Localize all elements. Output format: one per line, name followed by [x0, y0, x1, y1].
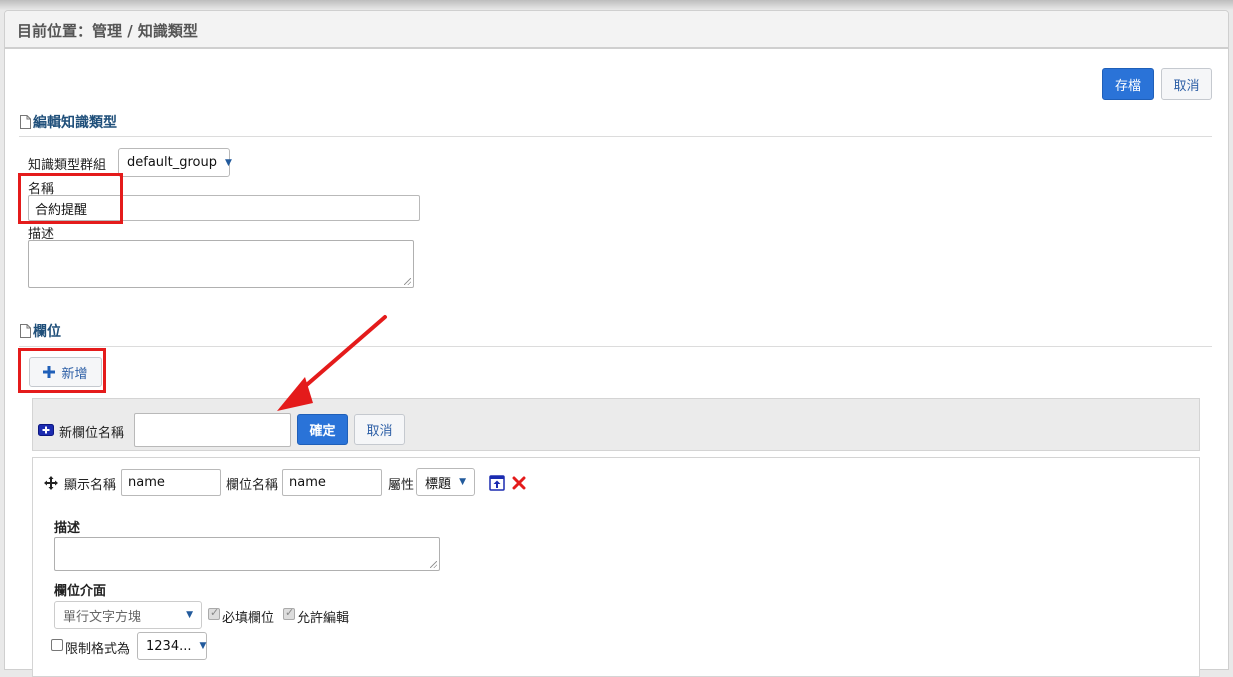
attribute-select[interactable]: 標題 ▼ [416, 468, 475, 496]
fields-section-title: 欄位 [19, 321, 61, 341]
edit-section-title-text: 編輯知識類型 [33, 115, 117, 131]
field-description-label: 描述 [54, 521, 81, 536]
format-checkbox[interactable] [51, 639, 63, 651]
editable-label: 允許編輯 [297, 611, 350, 626]
breadcrumb-bar: 目前位置：管理 / 知識類型 [5, 11, 1228, 49]
highlight-box-add [18, 348, 106, 393]
cancel-button[interactable]: 取消 [1161, 68, 1212, 100]
breadcrumb: 目前位置：管理 / 知識類型 [17, 22, 198, 40]
group-select-value: default_group [127, 155, 217, 170]
format-select[interactable]: 1234... ▼ [137, 632, 207, 660]
field-ui-label: 欄位介面 [54, 584, 107, 599]
resize-handle-icon[interactable] [404, 278, 411, 285]
main-panel: 目前位置：管理 / 知識類型 存檔 取消 編輯知識類型 知識類型群組 defau… [4, 10, 1229, 677]
field-description-textarea[interactable] [54, 537, 440, 571]
red-arrow-annotation [277, 315, 387, 411]
caret-down-icon: ▼ [225, 157, 232, 168]
edit-section-title: 編輯知識類型 [19, 112, 117, 132]
field-name-input[interactable]: name [282, 469, 382, 496]
field-name-label: 欄位名稱 [226, 478, 279, 493]
delete-icon[interactable] [512, 476, 526, 490]
group-label: 知識類型群組 [28, 158, 107, 173]
move-to-top-icon[interactable] [489, 475, 505, 491]
new-field-label: 新欄位名稱 [59, 426, 125, 441]
add-field-icon [38, 424, 54, 436]
resize-handle-icon[interactable] [430, 561, 437, 568]
required-label: 必填欄位 [222, 611, 275, 626]
description-textarea[interactable] [28, 240, 414, 288]
caret-down-icon: ▼ [459, 477, 466, 487]
caret-down-icon: ▼ [199, 641, 207, 651]
move-icon[interactable] [44, 476, 58, 490]
caret-down-icon: ▼ [186, 610, 193, 620]
field-name-value: name [289, 475, 326, 490]
editable-checkbox[interactable] [283, 606, 295, 620]
display-name-label: 顯示名稱 [64, 478, 117, 493]
save-button[interactable]: 存檔 [1102, 68, 1154, 100]
fields-section-title-text: 欄位 [33, 324, 61, 340]
field-ui-select[interactable]: 單行文字方塊 ▼ [54, 601, 202, 629]
group-select[interactable]: default_group ▼ [118, 148, 232, 177]
window-top-shadow [0, 0, 1233, 10]
attribute-select-value: 標題 [425, 476, 452, 492]
highlight-box-name [18, 173, 123, 224]
new-field-cancel-button[interactable]: 取消 [354, 414, 405, 445]
confirm-button[interactable]: 確定 [297, 414, 348, 445]
divider [19, 136, 1212, 137]
divider [19, 346, 1212, 347]
field-ui-select-value: 單行文字方塊 [63, 609, 142, 625]
format-select-value: 1234... [146, 638, 192, 654]
display-name-value: name [128, 475, 165, 490]
display-name-input[interactable]: name [121, 469, 221, 496]
document-icon [20, 324, 31, 338]
attribute-label: 屬性 [388, 478, 415, 493]
new-field-name-input[interactable] [134, 413, 291, 447]
required-checkbox[interactable] [208, 606, 220, 620]
new-field-row: 新欄位名稱 確定 取消 [32, 398, 1200, 451]
format-label: 限制格式為 [65, 642, 131, 657]
field-item: 顯示名稱 name 欄位名稱 name 屬性 標題 ▼ 描述 欄位介面 單行文字… [32, 457, 1200, 677]
document-icon [20, 115, 31, 129]
